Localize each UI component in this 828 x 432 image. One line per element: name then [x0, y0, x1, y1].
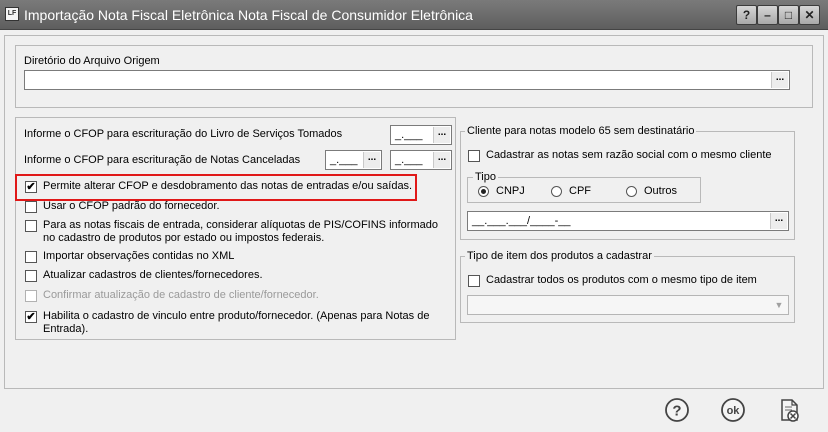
radio-label: Outros [644, 185, 678, 197]
title-bar: LF Importação Nota Fiscal Eletrônica Not… [0, 0, 828, 30]
cfop-canceladas-label: Informe o CFOP para escrituração de Nota… [24, 154, 301, 166]
checkbox[interactable]: ✔ [25, 311, 37, 323]
ok-icon: ok [721, 398, 745, 422]
option-label: Atualizar cadastros de clientes/forneced… [43, 269, 263, 281]
ok-button[interactable]: ok [720, 397, 746, 423]
radio-cpf[interactable]: CPF [551, 185, 591, 197]
checkbox[interactable] [25, 220, 37, 232]
app-icon: LF [5, 7, 19, 21]
option-label: Cadastrar todos os produtos com o mesmo … [486, 274, 757, 286]
cliente-doc-value: __.___.___/____-__ [472, 215, 571, 227]
maximize-button[interactable]: □ [778, 5, 799, 25]
svg-text:?: ? [672, 403, 681, 420]
cliente-browse-button[interactable]: ... [770, 213, 787, 229]
cfop-canceladas-value-2: _.___ [395, 154, 423, 166]
cliente-group-label: Cliente para notas modelo 65 sem destina… [465, 125, 697, 137]
option-label: Importar observações contidas no XML [43, 250, 235, 262]
help-icon: ? [665, 398, 689, 422]
cfop-canceladas-input-1[interactable]: _.___ ... [325, 150, 382, 170]
checkbox[interactable]: ✔ [25, 181, 37, 193]
close-button[interactable]: ✕ [799, 5, 820, 25]
radio-label: CNPJ [496, 185, 525, 197]
minimize-button[interactable]: – [757, 5, 778, 25]
option-permite-alterar-cfop[interactable]: ✔ Permite alterar CFOP e desdobramento d… [25, 180, 415, 193]
cliente-mesmo-cliente-checkbox[interactable]: Cadastrar as notas sem razão social com … [468, 149, 788, 162]
option-label: Permite alterar CFOP e desdobramento das… [43, 180, 413, 192]
radio-dot[interactable] [626, 185, 637, 197]
cfop-canceladas-value-1: _.___ [330, 154, 358, 166]
checkbox [25, 290, 37, 302]
checkbox[interactable] [468, 150, 480, 162]
produtos-tipo-select[interactable]: ▼ [467, 295, 789, 315]
radio-outros[interactable]: Outros [626, 185, 677, 197]
option-importar-observacoes[interactable]: Importar observações contidas no XML [25, 250, 445, 263]
window-title: Importação Nota Fiscal Eletrônica Nota F… [24, 7, 473, 23]
cfop-servicos-value: _.___ [395, 129, 423, 141]
radio-label: CPF [569, 185, 591, 197]
tipo-label: Tipo [473, 171, 498, 183]
option-label: Confirmar atualização de cadastro de cli… [43, 289, 319, 301]
checkbox[interactable] [25, 201, 37, 213]
checkbox[interactable] [25, 251, 37, 263]
cfop-servicos-input[interactable]: _.___ ... [390, 125, 452, 145]
cfop-servicos-browse-button[interactable]: ... [433, 127, 450, 143]
checkbox[interactable] [468, 275, 480, 287]
help-button[interactable]: ? [664, 397, 690, 423]
chevron-down-icon[interactable]: ▼ [771, 297, 787, 313]
option-label: Usar o CFOP padrão do fornecedor. [43, 200, 220, 212]
checkbox[interactable] [25, 270, 37, 282]
produtos-mesmo-tipo-checkbox[interactable]: Cadastrar todos os produtos com o mesmo … [468, 274, 788, 287]
cfop-canceladas-input-2[interactable]: _.___ ... [390, 150, 452, 170]
produtos-group-label: Tipo de item dos produtos a cadastrar [465, 250, 654, 262]
help-title-button[interactable]: ? [736, 5, 757, 25]
option-label: Para as notas fiscais de entrada, consid… [43, 219, 438, 244]
radio-dot[interactable] [551, 185, 562, 197]
option-vinculo-produto-fornecedor[interactable]: ✔ Habilita o cadastro de vinculo entre p… [25, 310, 450, 336]
option-confirmar-atualizacao: Confirmar atualização de cadastro de cli… [25, 289, 445, 302]
option-atualizar-cadastros[interactable]: Atualizar cadastros de clientes/forneced… [25, 269, 445, 282]
origin-browse-button[interactable]: ... [771, 72, 788, 88]
cfop-servicos-label: Informe o CFOP para escrituração do Livr… [24, 128, 343, 140]
radio-dot[interactable] [478, 185, 489, 197]
cancel-icon [781, 399, 799, 422]
svg-text:ok: ok [727, 405, 741, 417]
option-label: Habilita o cadastro de vinculo entre pro… [43, 310, 430, 335]
option-usar-cfop-fornecedor[interactable]: Usar o CFOP padrão do fornecedor. [25, 200, 445, 213]
option-label: Cadastrar as notas sem razão social com … [486, 149, 772, 161]
cliente-doc-input[interactable]: __.___.___/____-__ ... [467, 211, 789, 231]
option-pis-cofins[interactable]: Para as notas fiscais de entrada, consid… [25, 219, 450, 245]
origin-path-input[interactable]: ... [24, 70, 790, 90]
cfop-canceladas-browse-button-2[interactable]: ... [433, 152, 450, 168]
cfop-canceladas-browse-button-1[interactable]: ... [363, 152, 380, 168]
origin-label: Diretório do Arquivo Origem [24, 55, 160, 67]
cancel-button[interactable] [776, 397, 802, 423]
radio-cnpj[interactable]: CNPJ [478, 185, 525, 197]
